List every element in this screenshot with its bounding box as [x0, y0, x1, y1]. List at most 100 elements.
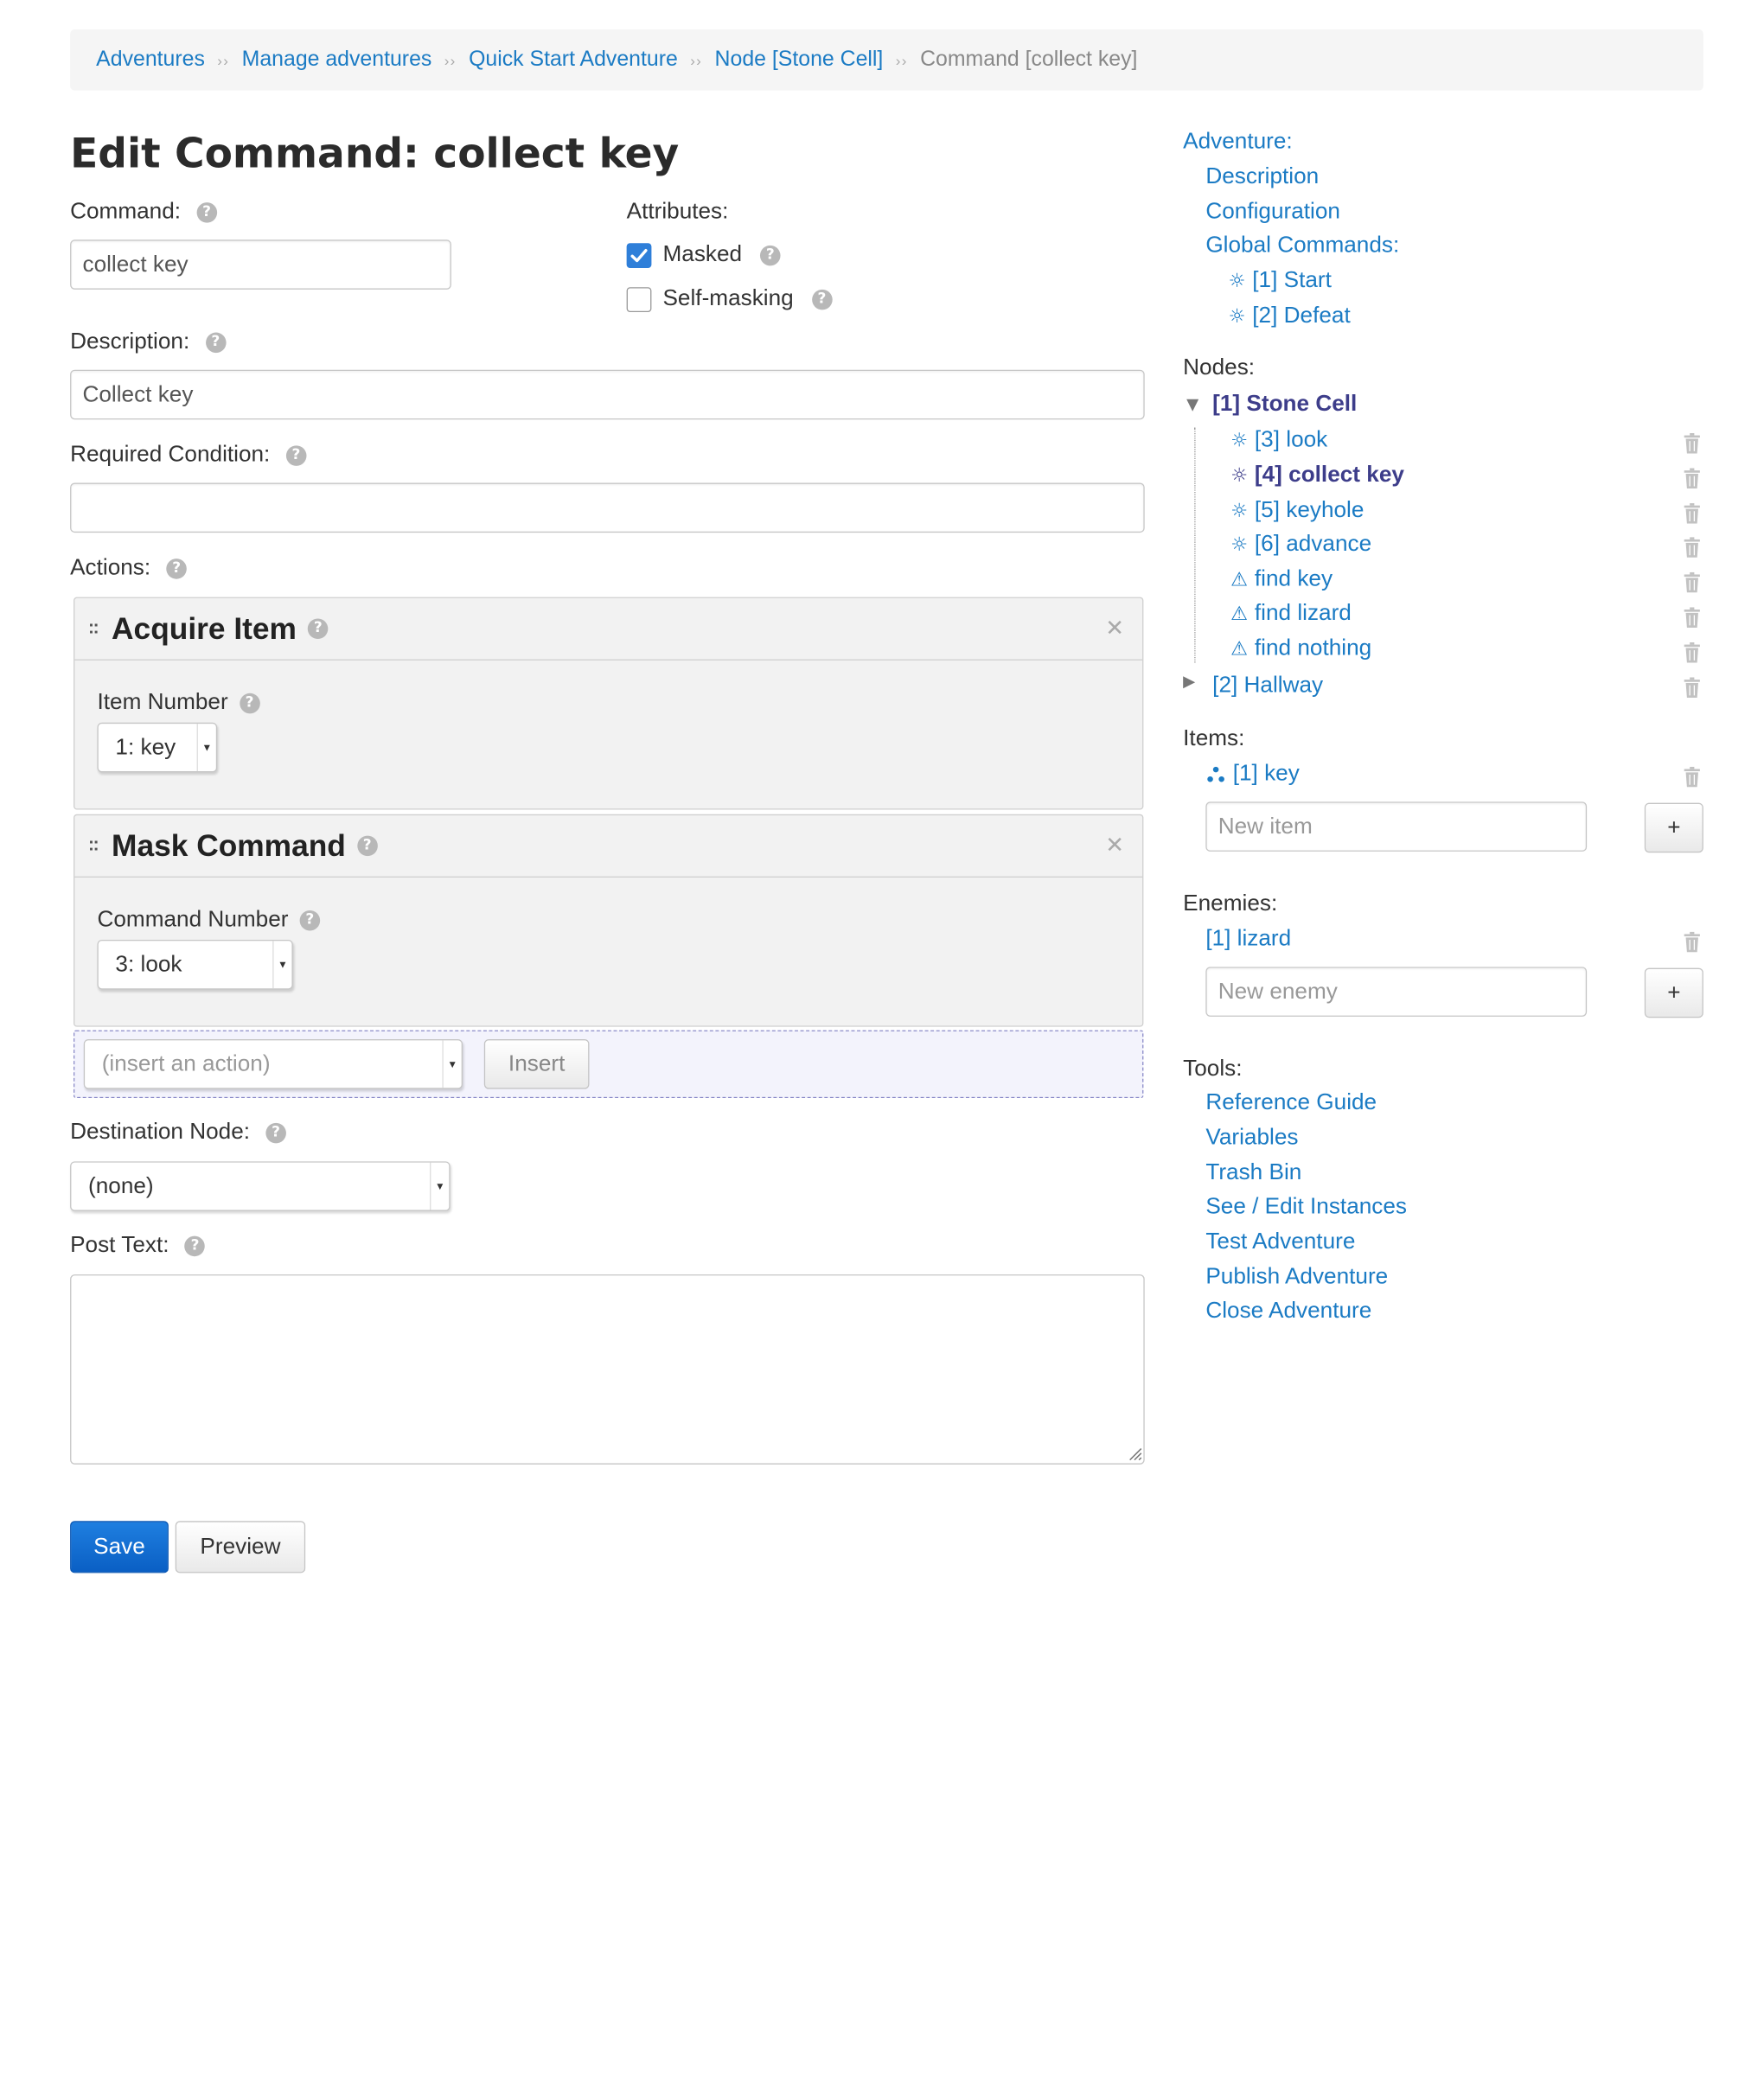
help-icon[interactable]: ? — [265, 1122, 286, 1143]
global-command-label: [2] Defeat — [1252, 303, 1351, 329]
node-event-find-nothing[interactable]: ⚠ find nothing — [1230, 635, 1371, 661]
command-label: Command: — [70, 199, 182, 224]
sidebar-description-link[interactable]: Description — [1205, 164, 1319, 190]
masked-checkbox[interactable] — [626, 242, 652, 268]
sidebar-global-command-defeat[interactable]: ☼ [2] Defeat — [1228, 303, 1350, 329]
help-icon[interactable]: ? — [299, 910, 321, 930]
item-key[interactable]: [1] key — [1205, 761, 1300, 787]
sidebar-global-commands-link[interactable]: Global Commands: — [1205, 233, 1399, 259]
enemy-lizard[interactable]: [1] lizard — [1205, 926, 1291, 952]
close-icon[interactable]: ✕ — [1105, 831, 1124, 859]
tool-variables[interactable]: Variables — [1205, 1125, 1298, 1151]
add-item-button[interactable]: + — [1644, 802, 1703, 853]
tool-close-adventure[interactable]: Close Adventure — [1205, 1299, 1371, 1325]
trash-icon[interactable] — [1684, 931, 1700, 953]
trash-icon[interactable] — [1684, 571, 1700, 593]
breadcrumb-manage-adventures[interactable]: Manage adventures — [242, 48, 432, 73]
tool-trash-bin[interactable]: Trash Bin — [1205, 1160, 1301, 1186]
insert-button[interactable]: Insert — [483, 1039, 590, 1089]
chevron-down-icon: ▼ — [430, 1162, 449, 1210]
command-number-label: Command Number — [97, 907, 289, 932]
trash-icon[interactable] — [1684, 677, 1700, 699]
node-command-look[interactable]: ☼ [3] look — [1230, 427, 1327, 453]
check-icon — [630, 248, 648, 262]
breadcrumb-separator: ›› — [217, 51, 230, 69]
sidebar-global-command-start[interactable]: ☼ [1] Start — [1228, 268, 1331, 294]
gear-icon: ☼ — [1230, 463, 1249, 488]
required-condition-label: Required Condition: — [70, 442, 271, 468]
trash-icon[interactable] — [1684, 503, 1700, 524]
action-panel-body: Item Number ? 1: key ▼ — [74, 690, 1142, 773]
actions-label: Actions: — [70, 555, 151, 581]
breadcrumb-adventure[interactable]: Quick Start Adventure — [469, 48, 678, 73]
node-command-advance[interactable]: ☼ [6] advance — [1230, 532, 1371, 558]
drag-handle-icon[interactable]: :: — [88, 836, 99, 857]
chevron-down-icon: ▼ — [196, 724, 216, 772]
item-number-select[interactable]: 1: key ▼ — [97, 722, 218, 773]
node-command-collect-key[interactable]: ☼ [4] collect key — [1230, 463, 1404, 488]
node-stone-cell[interactable]: [1] Stone Cell — [1212, 392, 1357, 418]
save-button[interactable]: Save — [70, 1521, 169, 1574]
warning-icon: ⚠ — [1230, 637, 1249, 661]
node-event-find-lizard[interactable]: ⚠ find lizard — [1230, 601, 1352, 627]
self-masking-checkbox[interactable] — [626, 286, 652, 312]
sidebar-configuration-link[interactable]: Configuration — [1205, 199, 1340, 225]
help-icon[interactable]: ? — [196, 201, 217, 223]
close-icon[interactable]: ✕ — [1105, 614, 1124, 642]
post-text-textarea[interactable] — [70, 1274, 1145, 1465]
new-item-input[interactable] — [1205, 801, 1588, 852]
help-icon[interactable]: ? — [239, 693, 260, 713]
insert-action-select[interactable]: (insert an action) ▼ — [83, 1039, 463, 1089]
action-title: Acquire Item — [112, 610, 297, 646]
drag-handle-icon[interactable]: :: — [88, 618, 99, 639]
description-input[interactable] — [70, 369, 1145, 420]
breadcrumb-node[interactable]: Node [Stone Cell] — [715, 48, 884, 73]
breadcrumb-separator: ›› — [690, 51, 703, 69]
new-enemy-input[interactable] — [1205, 967, 1588, 1017]
action-panel-acquire-item: :: Acquire Item ? ✕ Item Number ? 1: key… — [74, 597, 1144, 810]
node-command-keyhole[interactable]: ☼ [5] keyhole — [1230, 498, 1364, 524]
trash-icon[interactable] — [1684, 537, 1700, 558]
help-icon[interactable]: ? — [811, 289, 833, 310]
trash-icon[interactable] — [1684, 468, 1700, 489]
command-number-value: 3: look — [115, 952, 182, 978]
help-icon[interactable]: ? — [356, 835, 378, 857]
required-condition-input[interactable] — [70, 482, 1145, 533]
tool-test-adventure[interactable]: Test Adventure — [1205, 1229, 1355, 1255]
trash-icon[interactable] — [1684, 766, 1700, 788]
insert-action-placeholder: (insert an action) — [101, 1051, 271, 1077]
trash-icon[interactable] — [1684, 432, 1700, 454]
post-text-label-row: Post Text: ? — [70, 1233, 206, 1259]
help-icon[interactable]: ? — [184, 1235, 206, 1256]
help-icon[interactable]: ? — [308, 618, 329, 640]
help-icon[interactable]: ? — [760, 245, 781, 265]
trash-icon[interactable] — [1684, 607, 1700, 628]
page-title: Edit Command: collect key — [70, 131, 680, 178]
command-number-select[interactable]: 3: look ▼ — [97, 939, 293, 990]
action-panel-header: :: Mask Command ? ✕ — [74, 815, 1143, 878]
help-icon[interactable]: ? — [285, 444, 307, 466]
preview-button[interactable]: Preview — [175, 1521, 306, 1574]
expand-right-icon[interactable]: ▶ — [1183, 673, 1195, 691]
event-label: find key — [1254, 566, 1333, 592]
node-hallway[interactable]: [2] Hallway — [1212, 673, 1323, 699]
node-event-find-key[interactable]: ⚠ find key — [1230, 566, 1333, 592]
help-icon[interactable]: ? — [166, 558, 188, 579]
tool-publish-adventure[interactable]: Publish Adventure — [1205, 1264, 1388, 1290]
breadcrumb-adventures[interactable]: Adventures — [96, 48, 205, 73]
self-masking-label: Self-masking — [662, 285, 794, 311]
item-number-label-row: Item Number ? — [97, 690, 1119, 716]
trash-icon[interactable] — [1684, 642, 1700, 663]
action-panel-mask-command: :: Mask Command ? ✕ Command Number ? 3: … — [74, 814, 1144, 1027]
command-label-row: Command: ? — [70, 199, 217, 225]
expand-down-icon[interactable]: ▼ — [1186, 396, 1198, 414]
resize-grip-icon[interactable] — [1124, 1443, 1142, 1461]
add-enemy-button[interactable]: + — [1644, 967, 1703, 1018]
tool-see-edit-instances[interactable]: See / Edit Instances — [1205, 1194, 1407, 1220]
destination-node-select[interactable]: (none) ▼ — [70, 1161, 451, 1211]
command-input[interactable] — [70, 239, 451, 290]
help-icon[interactable]: ? — [205, 331, 227, 353]
tool-reference-guide[interactable]: Reference Guide — [1205, 1090, 1377, 1116]
tools-heading: Tools: — [1183, 1056, 1243, 1082]
sidebar-adventure-link[interactable]: Adventure: — [1183, 129, 1293, 155]
